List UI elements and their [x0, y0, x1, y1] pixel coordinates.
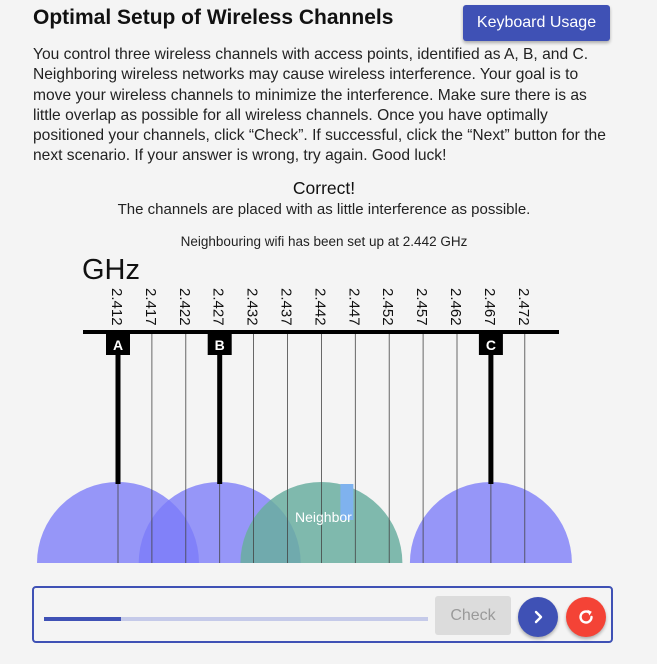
frequency-label: 2.452 — [379, 288, 396, 326]
check-button[interactable]: Check — [435, 596, 511, 635]
next-button[interactable] — [518, 597, 558, 637]
neighbor-label: Neighbor — [295, 509, 352, 525]
refresh-icon — [579, 609, 593, 624]
frequency-label: 2.422 — [176, 288, 193, 326]
frequency-label: 2.437 — [278, 288, 295, 326]
access-point-b-label: B — [215, 337, 225, 353]
progress-bar — [44, 617, 428, 621]
control-panel: Check — [32, 586, 613, 643]
frequency-label: 2.417 — [142, 288, 159, 326]
frequency-label: 2.472 — [515, 288, 532, 326]
frequency-label: 2.447 — [345, 288, 362, 326]
channel-chart: GHz 2.412 2.417 2.422 2.427 2.432 2.437 2.442 2… — [37, 254, 572, 563]
chevron-right-icon — [534, 610, 543, 624]
frequency-label: 2.457 — [413, 288, 430, 326]
frequency-label: 2.412 — [108, 288, 125, 326]
frequency-label: 2.467 — [481, 288, 498, 326]
reset-button[interactable] — [566, 597, 606, 637]
access-point-a-label: A — [113, 337, 123, 353]
ghz-unit-label: GHz — [82, 254, 140, 286]
frequency-label: 2.442 — [311, 288, 328, 326]
access-point-c-label: C — [486, 337, 496, 353]
frequency-label: 2.462 — [447, 288, 464, 326]
progress-fill — [44, 617, 121, 621]
frequency-label: 2.432 — [244, 288, 261, 326]
frequency-label: 2.427 — [210, 288, 227, 326]
